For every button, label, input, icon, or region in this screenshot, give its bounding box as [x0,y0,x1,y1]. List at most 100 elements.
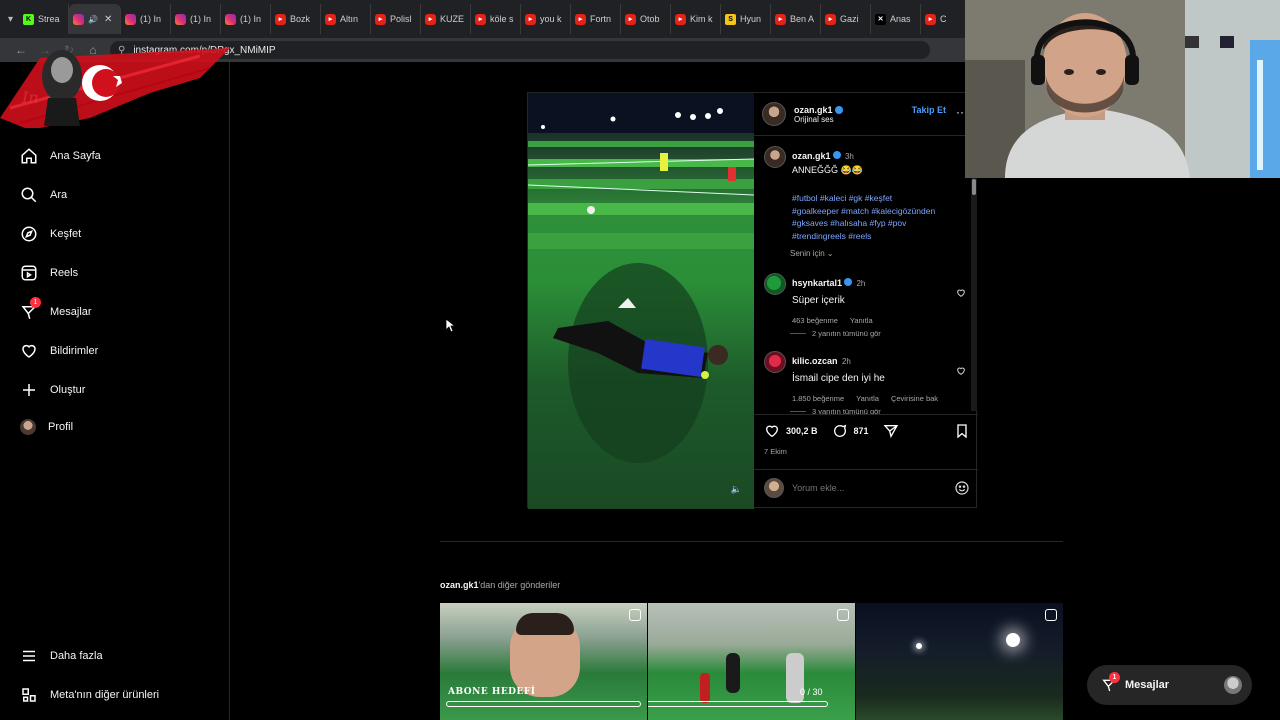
s-favicon-icon: S [725,13,737,25]
comments-scrollbar[interactable] [971,159,977,411]
hashtags-line[interactable]: #gksaves #halısaha #fyp #pov [792,217,935,230]
commenter-username[interactable]: hsynkartal1 [792,278,842,288]
share-icon[interactable] [883,423,899,439]
post-actions: 300,2 B 871 [764,423,970,439]
comment-like-heart-icon[interactable] [956,288,966,298]
more-post-thumbnail[interactable] [856,603,1063,720]
browser-tab[interactable]: S Hyun [721,4,772,34]
browser-tab[interactable]: ▸ köle s [471,4,522,34]
site-info-icon[interactable]: ⚲ [118,45,125,56]
reply-button[interactable]: Yanıtla [856,394,879,403]
more-post-thumbnail[interactable]: ABONE HEDEFİ [440,603,647,720]
hashtags-line[interactable]: #trendingreels #reels [792,230,935,243]
home-button[interactable]: ⌂ [86,43,100,57]
close-tab-icon[interactable]: ✕ [104,14,112,25]
browser-tab[interactable]: ▸ Fortn [571,4,622,34]
comment-likes[interactable]: 463 beğenme [792,316,838,325]
browser-tab[interactable]: 🔊 ✕ [69,4,122,34]
meta-apps-icon [22,688,36,702]
sidebar-item-meta-apps[interactable]: Meta'nın diğer ürünleri [20,686,159,704]
football-pitch-scene [528,93,754,463]
mute-icon[interactable]: 🔈 [731,484,742,495]
browser-tab[interactable]: (1) In [121,4,172,34]
yt-favicon-icon: ▸ [525,13,537,25]
browser-tab[interactable]: ▸ Kim k [671,4,722,34]
bookmark-icon[interactable] [954,423,970,439]
browser-tab[interactable]: K Strea [19,4,70,34]
hashtags-line[interactable]: #futbol #kaleci #gk #keşfet [792,192,935,205]
browser-tab[interactable]: ▸ Otob [621,4,672,34]
url-field[interactable]: ⚲ instagram.com/p/DPgx_NMiMIP [110,41,930,59]
audio-label[interactable]: Orijinal ses [794,115,843,124]
browser-tab[interactable]: ▸ KUZE [421,4,472,34]
follow-button[interactable]: Takip Et [912,105,946,115]
commenter-avatar[interactable] [764,351,786,373]
browser-tab[interactable]: ▸ you k [521,4,572,34]
browser-tab[interactable]: ▸ Polisl [371,4,422,34]
player-image [700,673,710,703]
url-text: instagram.com/p/DPgx_NMiMIP [133,44,276,56]
sidebar-item-home[interactable]: Ana Sayfa [20,147,101,165]
sidebar-item-label: Profil [48,421,74,433]
like-heart-icon[interactable] [764,423,780,439]
comment-likes[interactable]: 1.850 beğenme [792,394,844,403]
browser-tab[interactable]: ▸ Ben A [771,4,822,34]
reel-video[interactable]: 🔈 [528,93,754,509]
browser-tab[interactable]: ▸ Altın [321,4,372,34]
browser-tab[interactable]: (1) In [171,4,222,34]
kick-favicon-icon: K [23,13,35,25]
caption-username[interactable]: ozan.gk1 [792,151,831,161]
browser-tab[interactable]: ▸ Gazi [821,4,872,34]
sidebar-item-notifications[interactable]: Bildirimler [20,342,98,360]
reload-button[interactable]: ↻ [62,43,76,57]
yt-favicon-icon: ▸ [325,13,337,25]
hashtags-line[interactable]: #goalkeeper #match #kalecigözünden [792,205,935,218]
tab-label: köle s [490,14,514,24]
back-button[interactable]: ← [14,43,28,57]
sidebar-item-more[interactable]: Daha fazla [20,647,103,665]
tab-label: Gazi [840,14,859,24]
caption-avatar[interactable] [764,146,786,168]
tab-search-button[interactable]: ▾ [8,9,13,29]
comment-filter-dropdown[interactable]: Senin için ⌄ [790,249,834,258]
ig-favicon-icon [225,13,237,25]
floodlight-image [916,643,922,649]
recent-chat-avatar[interactable] [1224,676,1242,694]
browser-tab[interactable]: ✕ Anas [871,4,922,34]
plus-icon [23,384,35,396]
sidebar-item-create[interactable]: Oluştur [20,381,85,399]
browser-tab[interactable]: (1) In [221,4,272,34]
instagram-logo[interactable]: In [22,88,39,107]
sidebar-item-search[interactable]: Ara [20,186,67,204]
messages-floating-button[interactable]: 1 Mesajlar [1087,665,1252,705]
reply-button[interactable]: Yanıtla [850,316,873,325]
browser-tab[interactable]: ▸ C [921,4,972,34]
tab-label: Altın [340,14,359,24]
author-username[interactable]: ozan.gk1 [794,105,843,115]
sidebar-item-profile[interactable]: Profil [20,419,73,435]
sidebar-item-explore[interactable]: Keşfet [20,225,81,243]
forward-button[interactable]: → [38,43,52,57]
comment-icon[interactable] [832,423,848,439]
like-count[interactable]: 300,2 B [786,426,818,436]
translate-button[interactable]: Çevirisine bak [891,394,938,403]
comment-input[interactable] [792,483,946,493]
commenter-avatar[interactable] [764,273,786,295]
commenter-username[interactable]: kilic.ozcan [792,356,838,366]
emoji-icon[interactable] [954,480,970,496]
sidebar-item-messages[interactable]: 1 Mesajlar [20,297,92,321]
audio-playing-icon[interactable]: 🔊 [88,15,98,24]
scrollbar-thumb[interactable] [972,179,976,195]
header-divider [754,135,978,136]
more-post-thumbnail[interactable]: 0 / 30 [648,603,855,720]
browser-tab[interactable]: ▸ Bozk [271,4,322,34]
comment-text: Süper içerik [792,295,845,306]
comment-like-heart-icon[interactable] [956,366,966,376]
author-avatar[interactable] [762,102,786,126]
more-posts-user[interactable]: ozan.gk1 [440,580,479,590]
subscriber-goal-bar [648,701,828,707]
sidebar-item-label: Ara [50,189,68,201]
view-replies-link[interactable]: 2 yanıtın tümünü gör [790,329,881,338]
thumbnail-goal-count: 0 / 30 [800,687,823,697]
sidebar-item-reels[interactable]: Reels [20,264,78,282]
